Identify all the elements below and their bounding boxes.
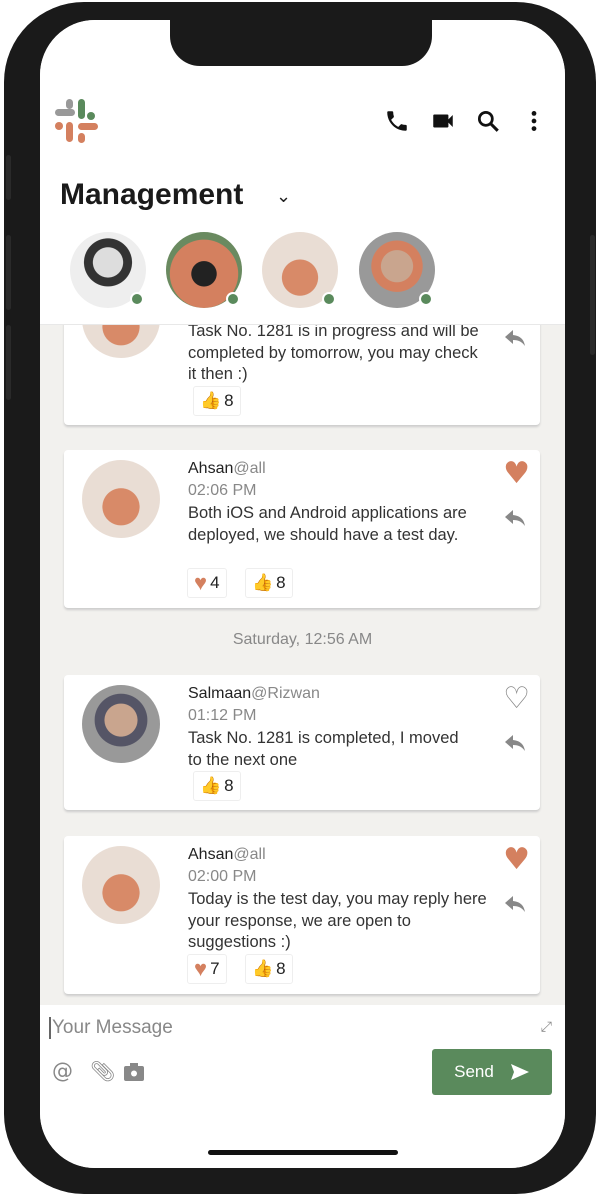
expand-icon[interactable]: ⤢ [541,1019,552,1035]
sender: Ahsan@all [188,460,266,477]
message-text: Task No. 1281 is in progress and will be… [188,322,479,383]
more-vertical-icon[interactable] [521,108,547,134]
avatar [82,846,160,924]
message-text: Both iOS and Android applications are de… [188,504,467,544]
online-indicator [130,292,144,306]
message-card: Ahsan@all 02:00 PM Today is the test day… [64,836,540,994]
message-input[interactable]: Your Message [49,1017,173,1039]
message-card: Salmaan@Rizwan 01:12 PM Task No. 1281 is… [64,675,540,810]
chevron-down-icon[interactable]: ⌄ [276,186,291,207]
video-icon[interactable] [430,108,456,134]
message-text: Today is the test day, you may reply her… [188,890,487,951]
message-text: Task No. 1281 is completed, I moved to t… [188,729,459,769]
screen: Task No. 1281 is in progress and will be… [40,20,565,1168]
heart-outline-icon[interactable]: ♡ [503,681,530,716]
phone-icon[interactable] [384,108,410,134]
heart-icon: ♥ [194,570,208,595]
avatar [82,685,160,763]
heart-filled-icon[interactable]: ♥ [503,842,530,877]
sender: Salmaan@Rizwan [188,685,320,702]
member-avatar[interactable] [166,232,242,308]
member-avatar[interactable] [359,232,435,308]
thumbs-up-icon: 👍 [252,959,274,978]
camera-icon[interactable] [123,1062,145,1082]
like-reaction[interactable]: 👍 8 [193,386,241,416]
like-reaction[interactable]: 👍 8 [245,954,293,984]
heart-reaction[interactable]: ♥ 7 [187,954,227,984]
notch [170,20,432,66]
heart-reaction[interactable]: ♥ 4 [187,568,227,598]
thumbs-up-icon: 👍 [252,573,274,592]
mute-switch [6,155,11,200]
power-button [590,235,595,355]
message-time: 02:06 PM [188,482,257,499]
online-indicator [226,292,240,306]
mention-icon[interactable]: @ [52,1059,73,1083]
attachment-icon[interactable]: 📎︎ [90,1059,115,1083]
heart-filled-icon[interactable]: ♥ [503,456,530,491]
date-separator: Saturday, 12:56 AM [232,631,373,648]
send-icon [510,1064,529,1080]
reply-icon[interactable] [502,508,528,528]
online-indicator [322,292,336,306]
member-avatar[interactable] [70,232,146,308]
volume-up-button [6,235,11,310]
search-icon[interactable] [475,108,501,134]
message-time: 02:00 PM [188,868,257,885]
thumbs-up-icon: 👍 [200,391,222,410]
online-indicator [419,292,433,306]
volume-down-button [6,325,11,400]
home-indicator [208,1150,398,1155]
reply-icon[interactable] [502,733,528,753]
send-button[interactable]: Send [432,1049,552,1095]
like-reaction[interactable]: 👍 8 [193,771,241,801]
like-reaction[interactable]: 👍 8 [245,568,293,598]
message-card: Ahsan@all 02:06 PM Both iOS and Android … [64,450,540,608]
message-time: 01:12 PM [188,707,257,724]
thumbs-up-icon: 👍 [200,776,222,795]
channel-title[interactable]: Management [60,178,243,212]
app-logo-icon [55,99,98,143]
reply-icon[interactable] [502,894,528,914]
member-avatar[interactable] [262,232,338,308]
sender: Ahsan@all [188,846,266,863]
reply-icon[interactable] [502,328,528,348]
heart-icon: ♥ [194,956,208,981]
avatar [82,460,160,538]
message-composer: Your Message ⤢ @ 📎︎ Send [40,1005,565,1168]
